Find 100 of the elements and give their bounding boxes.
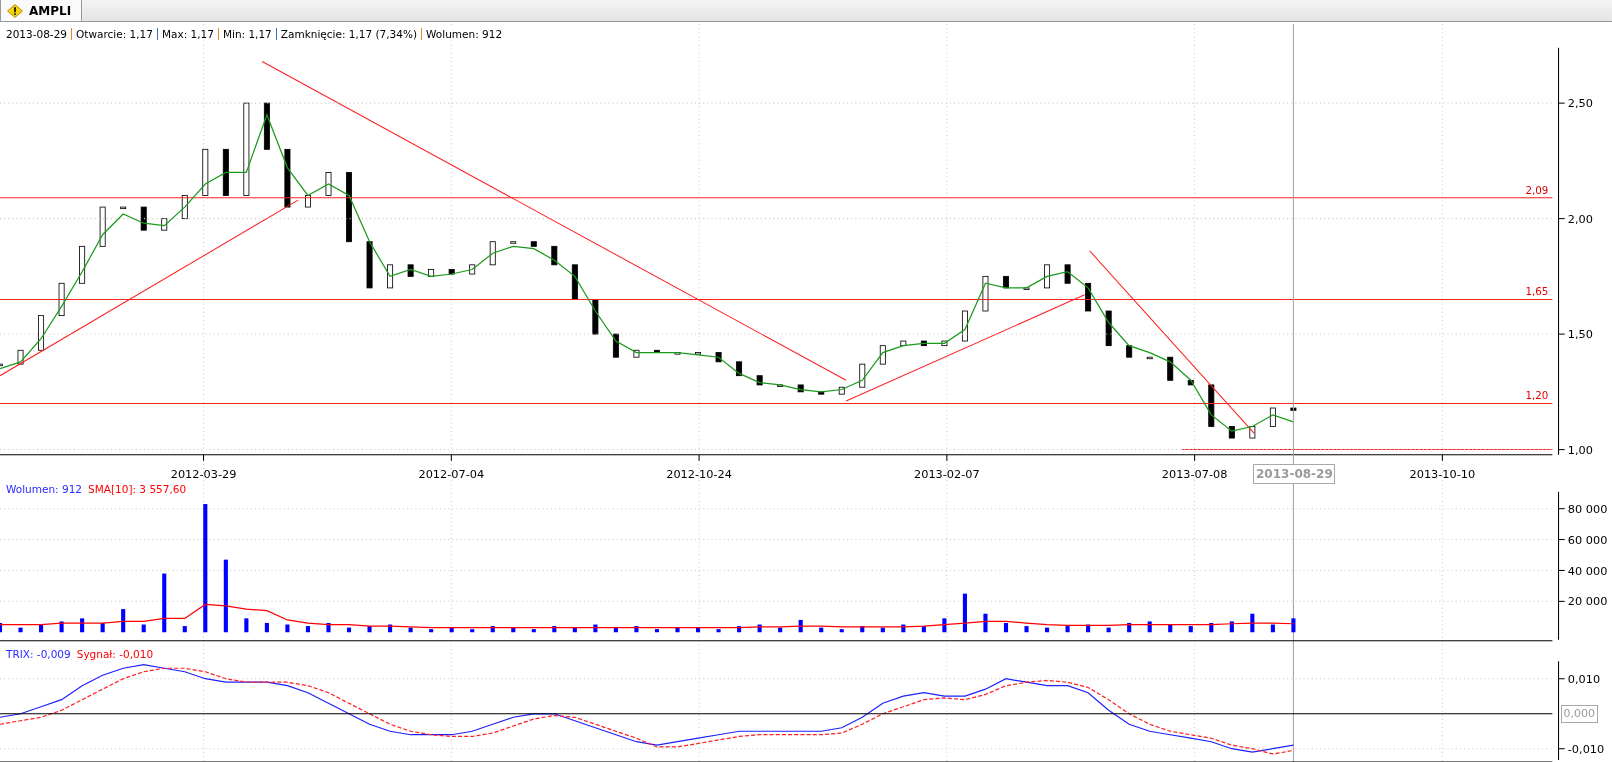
candle bbox=[448, 269, 455, 275]
volume-bar bbox=[634, 626, 639, 633]
candle bbox=[58, 282, 65, 317]
candle bbox=[1105, 310, 1112, 347]
volume-bar bbox=[244, 618, 249, 633]
volume-bar bbox=[490, 626, 495, 633]
candle bbox=[1064, 264, 1071, 284]
candle bbox=[263, 102, 270, 150]
volume-bar bbox=[449, 627, 454, 633]
candle bbox=[859, 363, 866, 388]
volume-bar bbox=[1229, 621, 1234, 633]
candle bbox=[1269, 407, 1276, 427]
candle bbox=[346, 172, 352, 243]
quote-info: Max: 1,17 bbox=[161, 28, 214, 40]
volume-bar bbox=[182, 626, 187, 633]
volume-bar bbox=[1065, 626, 1070, 633]
volume-bar bbox=[737, 626, 742, 633]
candle bbox=[304, 195, 311, 208]
candle bbox=[489, 241, 496, 266]
candle bbox=[202, 148, 209, 196]
candle bbox=[407, 264, 414, 277]
volume-bar bbox=[1045, 627, 1050, 633]
candle bbox=[551, 245, 558, 266]
candle bbox=[428, 269, 435, 277]
candle bbox=[1290, 407, 1297, 411]
candle bbox=[38, 315, 45, 351]
volume-bar bbox=[80, 618, 85, 633]
date-label: 2013-07-08 bbox=[1161, 468, 1228, 482]
candle bbox=[1023, 287, 1030, 290]
candle bbox=[920, 340, 927, 347]
candle bbox=[592, 299, 599, 335]
candle bbox=[161, 218, 168, 231]
volume-bar bbox=[716, 629, 721, 633]
volume-bar bbox=[264, 623, 269, 633]
volume-bar bbox=[819, 627, 824, 633]
volume-bar bbox=[305, 626, 310, 633]
volume-bar bbox=[531, 629, 536, 633]
candle bbox=[1044, 264, 1051, 289]
volume-bar bbox=[552, 626, 557, 633]
volume-bar bbox=[1127, 623, 1132, 633]
volume-bar bbox=[367, 626, 372, 633]
candle bbox=[756, 375, 763, 386]
chart-tab[interactable]: AMPLI bbox=[0, 0, 83, 21]
volume-bar bbox=[1106, 627, 1111, 633]
volume-bar bbox=[1270, 624, 1275, 633]
candle bbox=[510, 241, 517, 244]
volume-bar bbox=[860, 626, 865, 633]
level-label: 1,20 bbox=[1525, 389, 1549, 402]
volume-bar bbox=[901, 624, 906, 633]
volume-bar bbox=[1168, 624, 1173, 633]
volume-bar bbox=[18, 627, 23, 633]
candle bbox=[1228, 426, 1235, 439]
legend-text: TRIX: -0,009 bbox=[6, 648, 71, 660]
volume-bar bbox=[141, 624, 146, 633]
volume-bar bbox=[1291, 618, 1296, 633]
candle bbox=[120, 206, 127, 209]
axis-label: 0,010 bbox=[1567, 672, 1601, 686]
candle bbox=[1208, 384, 1215, 427]
candle bbox=[674, 352, 681, 355]
volume-bar bbox=[1250, 613, 1255, 633]
legend-text: Sygnał: -0,010 bbox=[76, 648, 154, 660]
candle bbox=[900, 340, 907, 347]
volume-bar bbox=[326, 623, 331, 633]
date-label: 2012-07-04 bbox=[418, 468, 485, 482]
candle bbox=[79, 245, 86, 284]
zero-value: 0,000 bbox=[1560, 704, 1599, 723]
candle bbox=[99, 206, 106, 247]
candle bbox=[612, 333, 619, 358]
volume-bar bbox=[470, 629, 475, 633]
volume-bar bbox=[1024, 626, 1029, 633]
level-label: 2,09 bbox=[1525, 183, 1549, 196]
legend-text: Wolumen: 912 bbox=[6, 483, 83, 495]
volume-bar bbox=[1188, 626, 1193, 633]
quote-info: Otwarcie: 1,17 bbox=[76, 28, 153, 40]
volume-bar bbox=[572, 627, 577, 633]
volume-bar bbox=[880, 627, 885, 633]
volume-bar bbox=[757, 624, 762, 633]
candle bbox=[1126, 345, 1133, 358]
quote-info: 2013-08-29 bbox=[6, 28, 68, 40]
axis-label: 60 000 bbox=[1567, 533, 1608, 547]
candle bbox=[777, 384, 784, 387]
warning-icon bbox=[7, 3, 23, 18]
candle bbox=[838, 386, 845, 395]
candle bbox=[797, 384, 804, 393]
legend-text: SMA[10]: 3 557,60 bbox=[88, 483, 187, 495]
candle bbox=[181, 195, 188, 220]
candle bbox=[17, 349, 24, 365]
candle bbox=[1249, 426, 1256, 439]
volume-bar bbox=[429, 629, 434, 633]
volume-bar bbox=[778, 627, 783, 633]
volume-bar bbox=[1003, 623, 1009, 633]
date-label: 2012-03-29 bbox=[170, 468, 237, 482]
volume-bar bbox=[962, 593, 967, 633]
candle bbox=[715, 352, 722, 363]
volume-bar bbox=[511, 627, 516, 633]
candle bbox=[1085, 282, 1092, 312]
volume-bar bbox=[39, 624, 44, 633]
candle bbox=[982, 275, 989, 312]
candle bbox=[961, 310, 968, 342]
volume-bar bbox=[1086, 624, 1091, 633]
